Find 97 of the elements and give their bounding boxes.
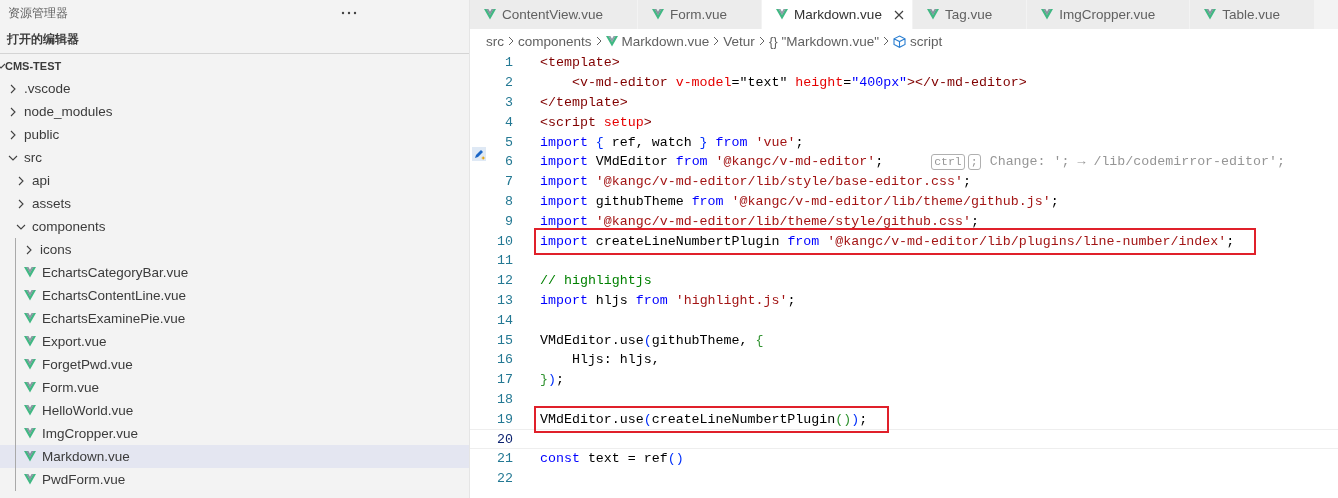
line-number: 5 [504, 134, 513, 150]
chevron-right-icon [16, 198, 26, 209]
chevron-right-icon [595, 36, 602, 46]
chevron-right-icon [758, 36, 765, 46]
breadcrumb-item[interactable]: script [892, 33, 943, 49]
code-line: VMdEditor.use(githubTheme, { [540, 332, 764, 348]
line-number: 21 [496, 451, 513, 467]
tree-item[interactable]: node_modules [0, 100, 469, 123]
tree-item[interactable]: api [0, 169, 469, 192]
line-number: 9 [504, 213, 513, 229]
line-number: 22 [496, 471, 513, 487]
editor-tab[interactable]: Form.vue [638, 0, 763, 29]
code-line: import hljs from 'highlight.js'; [540, 292, 796, 308]
line-number: 14 [496, 312, 513, 328]
code-line: <v-md-editor v-model="text" height="400px"></v-md-editor> [570, 75, 1027, 91]
project-header[interactable]: CMS-TEST [5, 59, 62, 72]
vue-logo-icon [24, 336, 36, 347]
tree-item[interactable]: components [0, 215, 469, 238]
key-badge: ctrl [931, 153, 965, 170]
panel-title: 资源管理器 [8, 4, 68, 22]
section-header[interactable]: 打开的编辑器 [7, 32, 79, 47]
key-badge: ; [967, 153, 981, 170]
chevron-right-icon [8, 106, 18, 117]
vue-logo-icon [24, 382, 36, 393]
breadcrumb-item[interactable]: Markdown.vue [605, 33, 710, 49]
editor-tab[interactable]: Tag.vue [912, 0, 1028, 29]
line-number: 3 [504, 95, 513, 110]
vue-logo-icon [776, 9, 789, 20]
line-number: 15 [496, 332, 513, 348]
breadcrumb-item[interactable]: components [518, 33, 592, 49]
line-number: 17 [496, 372, 513, 388]
code-line: import { ref, watch } from 'vue'; [540, 134, 804, 150]
vue-logo-icon [24, 428, 36, 439]
vue-logo-icon [24, 451, 36, 462]
tree-item[interactable]: public [0, 123, 469, 146]
vue-logo-icon [652, 9, 665, 20]
line-number: 8 [504, 193, 513, 209]
line-number: 20 [496, 431, 513, 447]
line-number: 4 [504, 114, 513, 130]
line-number: 2 [504, 75, 513, 91]
more-icon [341, 11, 357, 15]
chevron-right-icon [8, 83, 18, 94]
code-line: }); [540, 372, 564, 388]
code-line: Hljs: hljs, [570, 352, 660, 368]
line-number: 10 [496, 233, 513, 249]
code-line: const text = ref() [540, 451, 684, 467]
chevron-right-icon [508, 36, 514, 46]
breadcrumb-item[interactable]: {} "Markdown.vue" [768, 33, 879, 49]
vue-logo-icon [24, 359, 36, 370]
vue-logo-icon [24, 267, 36, 278]
vue-logo-icon [24, 290, 36, 301]
chevron-right-icon [713, 36, 720, 46]
code-line: // highlightjs [540, 273, 652, 289]
breadcrumb-item[interactable]: Vetur [723, 33, 755, 49]
code-line: import githubTheme from '@kangc/v-md-editor/lib/theme/github.js'; [540, 193, 1059, 209]
vue-logo-icon [24, 313, 36, 324]
inline-hint: Change: '; → /lib/codemirror-editor'; [989, 154, 1285, 170]
line-number: 1 [504, 55, 513, 71]
chevron-down-icon [0, 61, 5, 70]
line-number: 6 [504, 154, 513, 170]
vue-logo-icon [484, 9, 496, 20]
cube-icon [892, 34, 906, 48]
code-line: import VMdEditor from '@kangc/v-md-editor'; [540, 154, 884, 170]
vue-logo-icon [24, 405, 36, 416]
tree-item[interactable]: src [0, 146, 469, 169]
line-number: 12 [496, 273, 513, 289]
code-line: <script setup> [540, 114, 652, 130]
code-line: VMdEditor.use(createLineNumbertPlugin()); [536, 407, 888, 431]
vue-logo-icon [24, 474, 36, 485]
vue-logo-icon [1204, 9, 1217, 20]
line-number: 16 [496, 352, 513, 368]
tree-item[interactable]: assets [0, 192, 469, 215]
editor-tab[interactable]: ContentView.vue [470, 0, 639, 29]
line-number: 11 [496, 253, 513, 269]
line-number: 18 [496, 391, 513, 407]
breadcrumb-item[interactable]: src [486, 33, 504, 49]
code-line: import '@kangc/v-md-editor/lib/theme/style/github.css'; [540, 213, 979, 229]
editor-tab[interactable]: Table.vue [1190, 0, 1316, 29]
code-line: import createLineNumbertPlugin from '@kangc/v-md-editor/lib/plugins/line-number/index'; [536, 229, 1255, 253]
line-number: 13 [496, 292, 513, 308]
code-line: <template> [540, 55, 620, 71]
vue-logo-icon [926, 9, 939, 20]
line-number: 19 [496, 411, 513, 427]
editor-tab[interactable]: Markdown.vue [762, 0, 913, 29]
chevron-right-icon [16, 175, 26, 186]
code-line: import '@kangc/v-md-editor/lib/style/base-editor.css'; [540, 174, 971, 190]
tree-item[interactable]: .vscode [0, 77, 469, 100]
chevron-right-icon [882, 36, 889, 46]
editor-tab[interactable]: ImgCropper.vue [1027, 0, 1191, 29]
vue-logo-icon [1041, 9, 1054, 20]
vue-logo-icon [605, 35, 618, 47]
chevron-right-icon [24, 244, 34, 255]
close-icon [893, 9, 904, 20]
tree-item[interactable]: Markdown.vue [0, 445, 469, 468]
code-line: </template> [540, 95, 628, 110]
line-number: 7 [504, 174, 513, 190]
chevron-right-icon [8, 129, 18, 140]
